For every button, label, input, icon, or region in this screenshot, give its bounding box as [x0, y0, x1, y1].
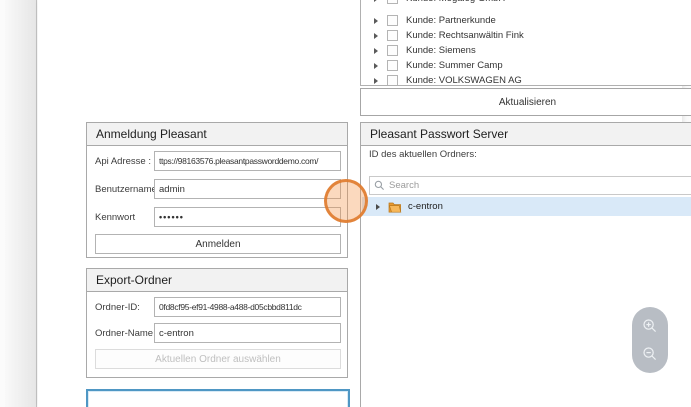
page-edge-strip	[5, 0, 37, 407]
expander-icon[interactable]	[374, 33, 378, 39]
tree-row[interactable]: Kunde: Megalog GmbH	[361, 0, 691, 6]
app-window: Kunde: Megalog GmbH Kunde: Partnerkunde …	[0, 0, 691, 407]
focused-button-clipped[interactable]	[86, 389, 350, 407]
expander-icon[interactable]	[376, 204, 380, 210]
server-tree-item-label: c-entron	[408, 201, 443, 212]
current-folder-id-label: ID des aktuellen Ordners:	[369, 149, 477, 160]
select-current-folder-button[interactable]: Aktuellen Ordner auswählen	[95, 349, 341, 369]
password-input[interactable]	[154, 207, 341, 227]
zoom-in-icon	[642, 318, 658, 334]
zoom-out-icon	[642, 346, 658, 362]
tree-item-label: Kunde: Partnerkunde	[406, 15, 496, 26]
tree-row[interactable]: Kunde: Partnerkunde	[361, 13, 691, 28]
tree-item-label: Kunde: Summer Camp	[406, 60, 503, 71]
tree-item-label: Kunde: Megalog GmbH	[406, 0, 505, 4]
checkbox[interactable]	[387, 15, 398, 26]
zoom-out-button[interactable]	[641, 345, 659, 363]
folder-id-label: Ordner-ID:	[95, 302, 140, 313]
customer-checkbox-tree: Kunde: Megalog GmbH Kunde: Partnerkunde …	[360, 0, 691, 86]
login-groupbox: Anmeldung Pleasant Api Adresse : Benutze…	[86, 122, 348, 258]
folder-name-label: Ordner-Name:	[95, 328, 156, 339]
expander-icon[interactable]	[374, 18, 378, 24]
checkbox[interactable]	[387, 0, 398, 4]
expander-icon[interactable]	[374, 48, 378, 54]
password-label: Kennwort	[95, 212, 135, 223]
export-groupbox: Export-Ordner Ordner-ID: Ordner-Name: Ak…	[86, 268, 348, 378]
tree-item-label: Kunde: Siemens	[406, 45, 476, 56]
tree-row[interactable]: Kunde: Rechtsanwältin Fink	[361, 28, 691, 43]
zoom-in-button[interactable]	[641, 317, 659, 335]
checkbox[interactable]	[387, 75, 398, 86]
export-groupbox-title: Export-Ordner	[87, 269, 347, 292]
username-label: Benutzername	[95, 184, 157, 195]
search-box[interactable]	[369, 176, 691, 195]
server-panel-title: Pleasant Passwort Server	[361, 123, 691, 146]
folder-name-input[interactable]	[154, 323, 341, 343]
search-input[interactable]	[389, 178, 691, 193]
search-icon	[374, 180, 385, 191]
api-address-label: Api Adresse :	[95, 156, 151, 167]
tree-row[interactable]: Kunde: VOLKSWAGEN AG	[361, 73, 691, 86]
tree-row[interactable]: Kunde: Summer Camp	[361, 58, 691, 73]
expander-icon[interactable]	[374, 0, 378, 2]
checkbox[interactable]	[387, 60, 398, 71]
login-button[interactable]: Anmelden	[95, 234, 341, 254]
folder-icon	[388, 201, 402, 213]
checkbox[interactable]	[387, 30, 398, 41]
login-groupbox-title: Anmeldung Pleasant	[87, 123, 347, 146]
server-tree-row-selected[interactable]: c-entron	[362, 197, 691, 216]
username-input[interactable]	[154, 179, 341, 199]
checkbox[interactable]	[387, 45, 398, 56]
tree-row[interactable]: Kunde: Siemens	[361, 43, 691, 58]
expander-icon[interactable]	[374, 63, 378, 69]
tree-item-label: Kunde: VOLKSWAGEN AG	[406, 75, 522, 86]
zoom-controls	[632, 307, 668, 373]
api-address-input[interactable]	[154, 151, 341, 171]
tree-item-label: Kunde: Rechtsanwältin Fink	[406, 30, 524, 41]
main-card: Kunde: Megalog GmbH Kunde: Partnerkunde …	[38, 0, 682, 407]
folder-id-input[interactable]	[154, 297, 341, 317]
refresh-button[interactable]: Aktualisieren	[360, 88, 691, 116]
expander-icon[interactable]	[374, 78, 378, 84]
